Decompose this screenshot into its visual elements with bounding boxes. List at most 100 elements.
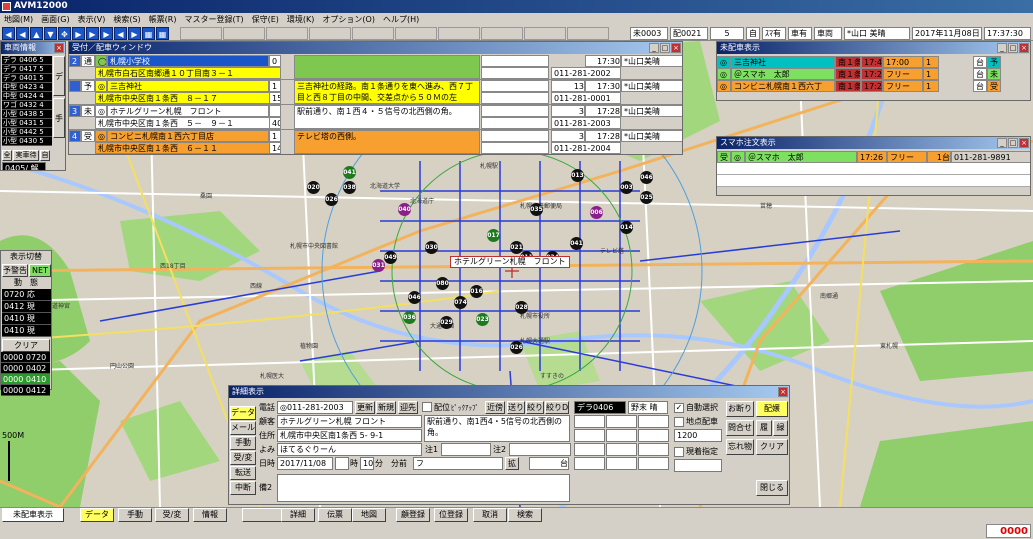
comm-row[interactable]: 0000 0410 bbox=[1, 374, 50, 385]
filter-button[interactable]: 絞り bbox=[526, 401, 544, 414]
vehicle-tab-te[interactable]: 手 bbox=[53, 98, 65, 138]
vehicle-marker[interactable]: 074 bbox=[454, 296, 467, 309]
bottom-button-9[interactable]: 位登録 bbox=[434, 508, 468, 522]
vehicle-marker[interactable]: 038 bbox=[343, 181, 356, 194]
hour-field[interactable] bbox=[335, 457, 349, 470]
vehicle-marker[interactable]: 014 bbox=[620, 221, 633, 234]
menu-item-1[interactable]: 画面(G) bbox=[37, 13, 73, 26]
bottom-button-7[interactable]: 地図 bbox=[352, 508, 386, 522]
bottom-button-1[interactable]: 手動 bbox=[118, 508, 152, 522]
pickup-button[interactable]: 迎先 bbox=[398, 401, 418, 414]
note2-field[interactable] bbox=[509, 443, 571, 456]
menu-item-7[interactable]: 環境(K) bbox=[283, 13, 319, 26]
fu-select[interactable]: フ bbox=[413, 457, 503, 470]
vehicle-tab-de[interactable]: デ bbox=[53, 56, 65, 96]
vehicle-row[interactable]: デラ 0401 5 bbox=[2, 74, 52, 83]
receipt-dropdown-2[interactable] bbox=[481, 117, 549, 129]
filter-d-button[interactable]: 絞りD bbox=[545, 401, 569, 414]
decline-button[interactable]: お断り bbox=[726, 401, 754, 417]
bottom-button-3[interactable]: 情報 bbox=[193, 508, 227, 522]
menu-item-0[interactable]: 地図(M) bbox=[0, 13, 37, 26]
vehicle-marker[interactable]: 016 bbox=[470, 285, 483, 298]
vehicle-marker[interactable]: 025 bbox=[640, 191, 653, 204]
warn-button[interactable]: 予警告 bbox=[2, 264, 28, 277]
close-icon[interactable]: × bbox=[1019, 43, 1029, 53]
detail-tab-2[interactable]: 手動 bbox=[230, 436, 256, 450]
bottom-button-10[interactable]: 取消 bbox=[473, 508, 507, 522]
toolbar-arrow-icon-5[interactable]: ▶ bbox=[72, 27, 85, 40]
receipt-dropdown[interactable] bbox=[481, 80, 549, 92]
vehicle-row[interactable]: 中型 0424 4 bbox=[2, 92, 52, 101]
menu-item-4[interactable]: 帳票(R) bbox=[145, 13, 181, 26]
vehicle-marker[interactable]: 029 bbox=[440, 316, 453, 329]
vehicle-marker[interactable]: 036 bbox=[403, 311, 416, 324]
car-field[interactable]: デラ0406 bbox=[574, 401, 626, 414]
toolbar-arrow-icon-2[interactable]: ▲ bbox=[30, 27, 43, 40]
spot-checkbox[interactable] bbox=[674, 447, 684, 457]
client-field[interactable]: ホテルグリーン札幌 フロント bbox=[277, 415, 422, 428]
receipt-row[interactable]: 4受◎コンビニ札幌南１西六丁目店1札幌市中央区南１条西 ６－１１14 テレビ塔の西… bbox=[69, 130, 682, 154]
minimize-icon[interactable]: _ bbox=[997, 138, 1007, 148]
detail-tab-5[interactable]: 中断 bbox=[230, 481, 256, 495]
toolbar-arrow-icon-3[interactable]: ▼ bbox=[44, 27, 57, 40]
receipt-row[interactable]: 2 通 ◯ 札幌小学校 0 札幌市白石区南郷通１０丁目南３－１ 17:30 *山口美晴 011-… bbox=[69, 55, 682, 80]
history-button[interactable]: 履 bbox=[756, 420, 772, 436]
update-button[interactable]: 更新 bbox=[355, 401, 375, 414]
vehicle-marker[interactable]: 017 bbox=[487, 229, 500, 242]
receipt-dropdown-2[interactable] bbox=[481, 92, 549, 104]
close-button[interactable]: 閉じる bbox=[756, 480, 788, 496]
vehicle-marker[interactable]: 006 bbox=[590, 206, 603, 219]
note1-field[interactable] bbox=[441, 443, 491, 456]
maximize-icon[interactable]: □ bbox=[1008, 138, 1018, 148]
vehicle-row[interactable]: 中型 0423 4 bbox=[2, 83, 52, 92]
menu-item-6[interactable]: 保守(E) bbox=[248, 13, 283, 26]
vehicle-marker[interactable]: 023 bbox=[476, 313, 489, 326]
close-icon[interactable]: × bbox=[54, 43, 64, 53]
vehicle-row[interactable]: 小型 0438 5 bbox=[2, 110, 52, 119]
auto-select-checkbox[interactable]: ✓ bbox=[674, 403, 684, 413]
vehicle-filter-tab-0[interactable]: 全 bbox=[2, 150, 12, 161]
receipt-dropdown[interactable] bbox=[481, 130, 549, 142]
vehicle-filter-tab-2[interactable]: 自 bbox=[40, 150, 50, 161]
vehicle-marker[interactable]: 049 bbox=[384, 251, 397, 264]
receipt-row[interactable]: 3未◎ホテルグリーン札幌 フロント札幌市中央区南１条西 ５－ ９－１406駅前通… bbox=[69, 105, 682, 130]
toolbar-arrow-icon-9[interactable]: ▶ bbox=[128, 27, 141, 40]
vehicle-marker[interactable]: 046 bbox=[640, 171, 653, 184]
close-icon[interactable]: × bbox=[1019, 138, 1029, 148]
comm-row[interactable]: 0000 0720 bbox=[1, 352, 50, 363]
bottom-button-2[interactable]: 受/変 bbox=[155, 508, 189, 522]
comm-row[interactable]: 0000 0402 bbox=[1, 363, 50, 374]
spot-select[interactable] bbox=[674, 459, 722, 472]
minimize-icon[interactable]: _ bbox=[649, 43, 659, 53]
remarks-field[interactable] bbox=[277, 474, 570, 502]
vehicle-marker[interactable]: 030 bbox=[425, 241, 438, 254]
menu-item-3[interactable]: 検索(S) bbox=[109, 13, 144, 26]
receipt-row[interactable]: 予◎三吉神社1札幌市中央区南１条西 ８－１７15 三吉神社の経路。南１条通りを東へ… bbox=[69, 80, 682, 105]
bottom-button-4[interactable] bbox=[242, 508, 284, 522]
vehicle-marker[interactable]: 035 bbox=[530, 203, 543, 216]
receipt-dropdown[interactable] bbox=[481, 55, 549, 67]
toolbar-arrow-icon-1[interactable]: ◀ bbox=[16, 27, 29, 40]
position-checkbox[interactable] bbox=[422, 402, 432, 412]
undispatched-display-button[interactable]: 未配車表示 bbox=[2, 508, 64, 522]
date-field[interactable]: 2017/11/08 bbox=[277, 457, 333, 470]
vehicle-row[interactable]: 小型 0430 5 bbox=[2, 137, 52, 146]
net-button[interactable]: NET bbox=[29, 264, 51, 277]
near-button[interactable]: 近傍 bbox=[485, 401, 505, 414]
comm-row[interactable]: 0000 0412 bbox=[1, 385, 50, 396]
vehicle-row[interactable]: 小型 0442 5 bbox=[2, 128, 52, 137]
addr-field[interactable]: 札幌市中央区南1条西 5- 9-1 bbox=[277, 429, 422, 442]
receipt-dropdown-2[interactable] bbox=[481, 142, 549, 154]
toolbar-arrow-icon-10[interactable]: ▦ bbox=[142, 27, 155, 40]
units-select[interactable]: 台 bbox=[529, 457, 569, 470]
vehicle-marker[interactable]: 040 bbox=[398, 203, 411, 216]
reading-field[interactable]: ほてるぐりーん bbox=[277, 443, 422, 456]
tel-field[interactable]: ◎011-281-2003 bbox=[277, 401, 353, 414]
detail-tab-0[interactable]: データ bbox=[230, 406, 256, 420]
detail-tab-1[interactable]: メール bbox=[230, 421, 256, 435]
menu-item-5[interactable]: マスター登録(T) bbox=[180, 13, 247, 26]
moving-row[interactable]: 0410 現 bbox=[2, 325, 51, 337]
maximize-icon[interactable]: □ bbox=[660, 43, 670, 53]
close-icon[interactable]: × bbox=[671, 43, 681, 53]
toolbar-arrow-icon-7[interactable]: ▶ bbox=[100, 27, 113, 40]
